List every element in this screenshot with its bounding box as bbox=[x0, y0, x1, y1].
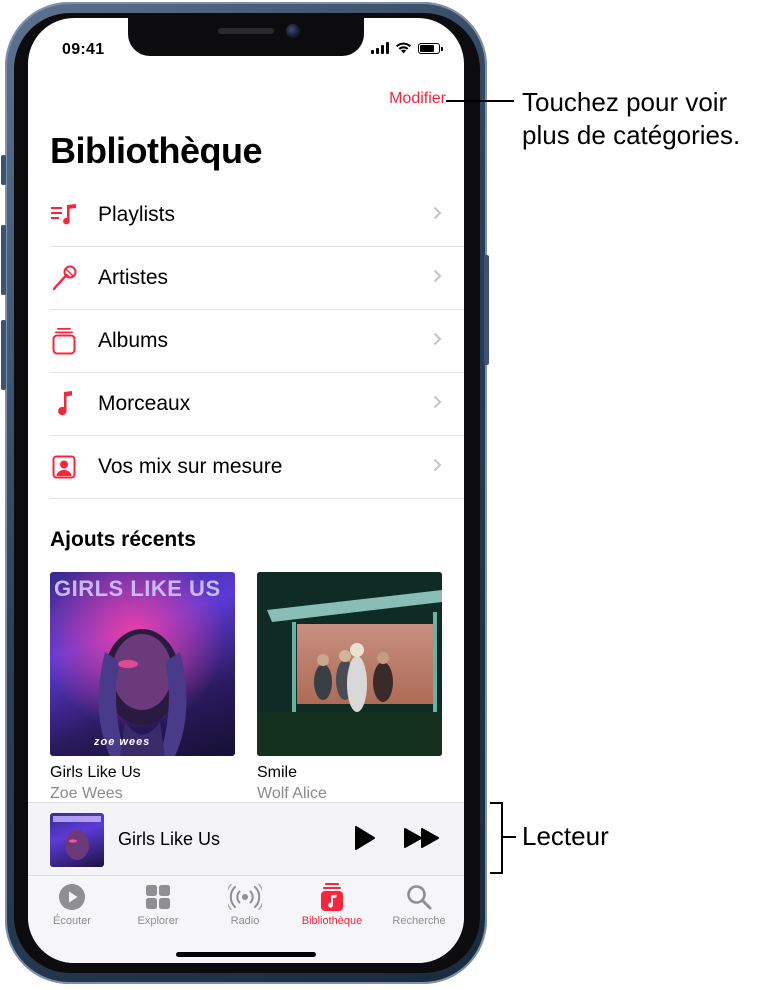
music-note-icon bbox=[50, 390, 78, 418]
edit-callout-line-1: Touchez pour voir bbox=[522, 87, 728, 117]
library-item-albums[interactable]: Albums bbox=[50, 310, 464, 373]
person-square-icon bbox=[50, 453, 78, 481]
tab-library[interactable]: Bibliothèque bbox=[292, 882, 372, 927]
chevron-right-icon bbox=[433, 395, 442, 409]
tab-label: Recherche bbox=[392, 915, 446, 927]
library-item-label: Albums bbox=[98, 329, 169, 352]
phone-screen: 09:41 Modifier Bibliothèque Playlists Ar… bbox=[28, 18, 464, 963]
tab-label: Écouter bbox=[53, 915, 91, 927]
tab-browse[interactable]: Explorer bbox=[118, 882, 198, 927]
edit-button[interactable]: Modifier bbox=[389, 90, 446, 108]
tab-label: Explorer bbox=[137, 915, 179, 927]
library-item-label: Artistes bbox=[98, 266, 169, 289]
album-artist: Wolf Alice bbox=[257, 785, 327, 802]
mini-player-title: Girls Like Us bbox=[118, 829, 221, 849]
cover-title-text: GIRLS LIKE US bbox=[54, 576, 221, 601]
album-title: Smile bbox=[257, 764, 298, 781]
player-callout-line bbox=[502, 836, 516, 838]
tab-bar: Écouter Explorer Radio Bibliothèque Rech… bbox=[28, 875, 464, 963]
mute-switch bbox=[1, 155, 6, 185]
home-indicator[interactable] bbox=[176, 952, 316, 957]
player-callout-text: Lecteur bbox=[522, 821, 609, 851]
album-stack-icon bbox=[50, 327, 78, 355]
battery-icon bbox=[418, 42, 443, 54]
album-title: Girls Like Us bbox=[50, 764, 141, 781]
notch bbox=[128, 18, 364, 56]
player-bracket-bottom bbox=[490, 872, 502, 874]
tab-radio[interactable]: Radio bbox=[205, 882, 285, 927]
mini-player[interactable]: Girls Like Us bbox=[28, 802, 464, 876]
volume-down-button bbox=[1, 320, 6, 390]
recently-added-heading: Ajouts récents bbox=[50, 528, 196, 551]
cellular-signal-icon bbox=[371, 42, 389, 54]
library-item-label: Morceaux bbox=[98, 392, 191, 415]
cover-artwork bbox=[257, 572, 442, 756]
library-list: Playlists Artistes Albums Morceaux Vos m… bbox=[50, 184, 464, 499]
page-title: Bibliothèque bbox=[50, 130, 263, 171]
fast-forward-icon[interactable] bbox=[404, 827, 440, 849]
edit-callout-line-2: plus de catégories. bbox=[522, 120, 741, 150]
search-icon bbox=[407, 885, 432, 910]
power-button bbox=[484, 255, 489, 365]
battery-level bbox=[420, 44, 435, 52]
tab-listen-now[interactable]: Écouter bbox=[32, 882, 112, 927]
album-artist: Zoe Wees bbox=[50, 785, 123, 802]
library-item-label: Vos mix sur mesure bbox=[98, 455, 283, 478]
album-card-smile[interactable]: Smile Wolf Alice bbox=[257, 572, 442, 803]
status-time: 09:41 bbox=[62, 41, 105, 58]
library-item-playlists[interactable]: Playlists bbox=[50, 184, 464, 247]
tab-label: Radio bbox=[230, 915, 260, 927]
play-circle-icon bbox=[59, 884, 85, 910]
tab-search[interactable]: Recherche bbox=[379, 882, 459, 927]
library-item-made-for-you[interactable]: Vos mix sur mesure bbox=[50, 436, 464, 499]
library-item-songs[interactable]: Morceaux bbox=[50, 373, 464, 436]
chevron-right-icon bbox=[433, 269, 442, 283]
cover-signature-text: zoe wees bbox=[94, 736, 151, 748]
chevron-right-icon bbox=[433, 206, 442, 220]
library-item-artists[interactable]: Artistes bbox=[50, 247, 464, 310]
front-camera bbox=[286, 24, 300, 38]
chevron-right-icon bbox=[433, 332, 442, 346]
radio-waves-icon bbox=[228, 884, 262, 910]
mini-cover-artwork bbox=[53, 816, 101, 860]
edit-callout-line bbox=[446, 100, 514, 102]
wifi-icon bbox=[396, 42, 411, 54]
microphone-icon bbox=[50, 264, 78, 292]
tab-label: Bibliothèque bbox=[301, 915, 363, 927]
mini-player-artwork bbox=[50, 813, 104, 867]
album-card-girls-like-us[interactable]: GIRLS LIKE US zoe wees Girls Like Us Zoe… bbox=[50, 572, 235, 803]
album-cover: GIRLS LIKE US zoe wees bbox=[50, 572, 235, 756]
album-cover bbox=[257, 572, 442, 756]
library-icon bbox=[321, 883, 343, 911]
playlist-icon bbox=[50, 201, 78, 229]
chevron-right-icon bbox=[433, 458, 442, 472]
volume-up-button bbox=[1, 225, 6, 295]
speaker-grille bbox=[218, 28, 274, 34]
edit-callout-text: Touchez pour voir plus de catégories. bbox=[522, 86, 740, 152]
player-bracket-vertical bbox=[501, 802, 503, 874]
play-icon[interactable] bbox=[354, 825, 376, 851]
library-item-label: Playlists bbox=[98, 203, 176, 226]
grid-icon bbox=[146, 885, 170, 909]
status-icons bbox=[371, 42, 443, 54]
